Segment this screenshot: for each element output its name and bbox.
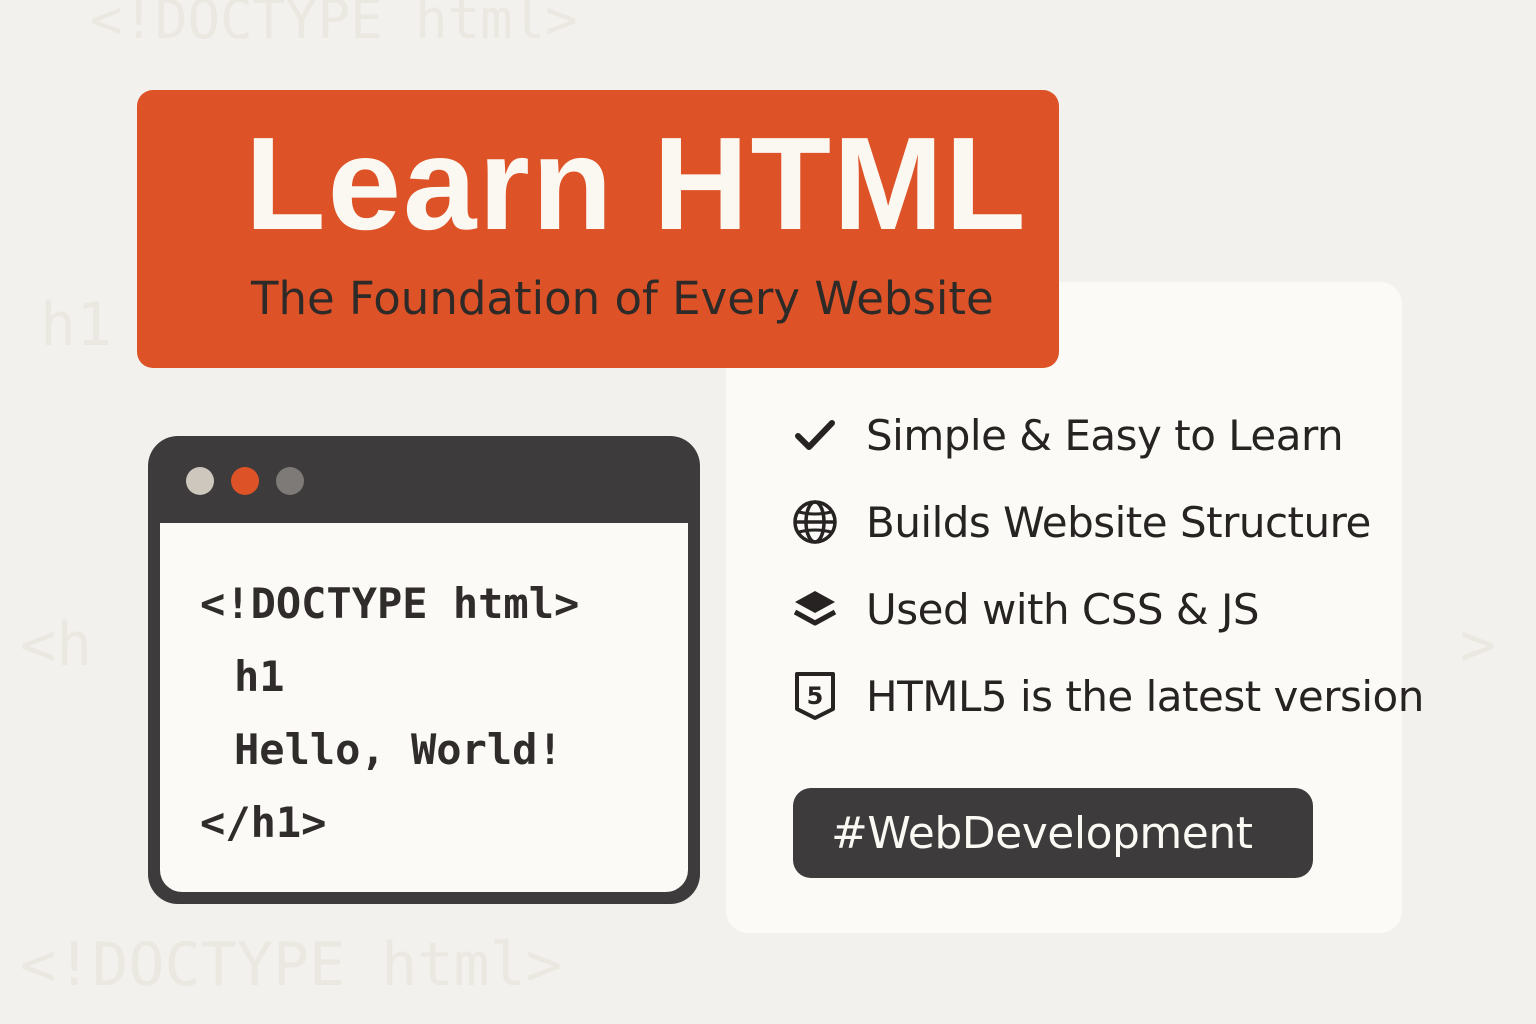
feature-item: Builds Website Structure [790, 493, 1424, 551]
code-line-close-tag: </h1> [200, 798, 327, 847]
code-line-doctype: <!DOCTYPE html> [200, 579, 580, 628]
feature-label: Builds Website Structure [866, 497, 1371, 547]
feature-list: Simple & Easy to Learn Builds Website St… [790, 406, 1424, 754]
hashtag-badge: #WebDevelopment [793, 788, 1313, 878]
features-card: Simple & Easy to Learn Builds Website St… [726, 282, 1424, 933]
code-line-open-tag: h1 [234, 652, 285, 701]
background-code-decoration: h1 [40, 290, 113, 360]
code-body: <!DOCTYPE html> h1 Hello, World! </h1> [160, 523, 688, 892]
layers-icon [790, 584, 840, 634]
globe-icon [790, 497, 840, 547]
feature-item: Used with CSS & JS [790, 580, 1424, 638]
feature-label: HTML5 is the latest version [866, 671, 1424, 721]
page-title: Learn HTML [245, 110, 1028, 257]
window-dot-gray [276, 467, 304, 495]
poster-canvas: <!DOCTYPE html> h1 <h <!DOCTYPE html> > … [0, 0, 1536, 1024]
window-dot-light [186, 467, 214, 495]
page-subtitle: The Foundation of Every Website [251, 272, 994, 325]
svg-text:5: 5 [807, 682, 824, 710]
checkmark-icon [790, 410, 840, 460]
background-code-decoration: <h [20, 610, 93, 680]
window-dot-accent [231, 467, 259, 495]
feature-label: Simple & Easy to Learn [866, 410, 1344, 460]
feature-item: 5 HTML5 is the latest version [790, 667, 1424, 725]
background-code-decoration: <!DOCTYPE html> [20, 930, 562, 1000]
feature-label: Used with CSS & JS [866, 584, 1260, 634]
background-code-decoration: <!DOCTYPE html> [90, 0, 578, 51]
code-line-content: Hello, World! [234, 725, 563, 774]
html5-icon: 5 [790, 671, 840, 721]
feature-item: Simple & Easy to Learn [790, 406, 1424, 464]
title-banner: Learn HTML The Foundation of Every Websi… [137, 90, 1059, 368]
background-code-decoration: > [1460, 610, 1497, 680]
code-editor-window: <!DOCTYPE html> h1 Hello, World! </h1> [148, 436, 700, 904]
